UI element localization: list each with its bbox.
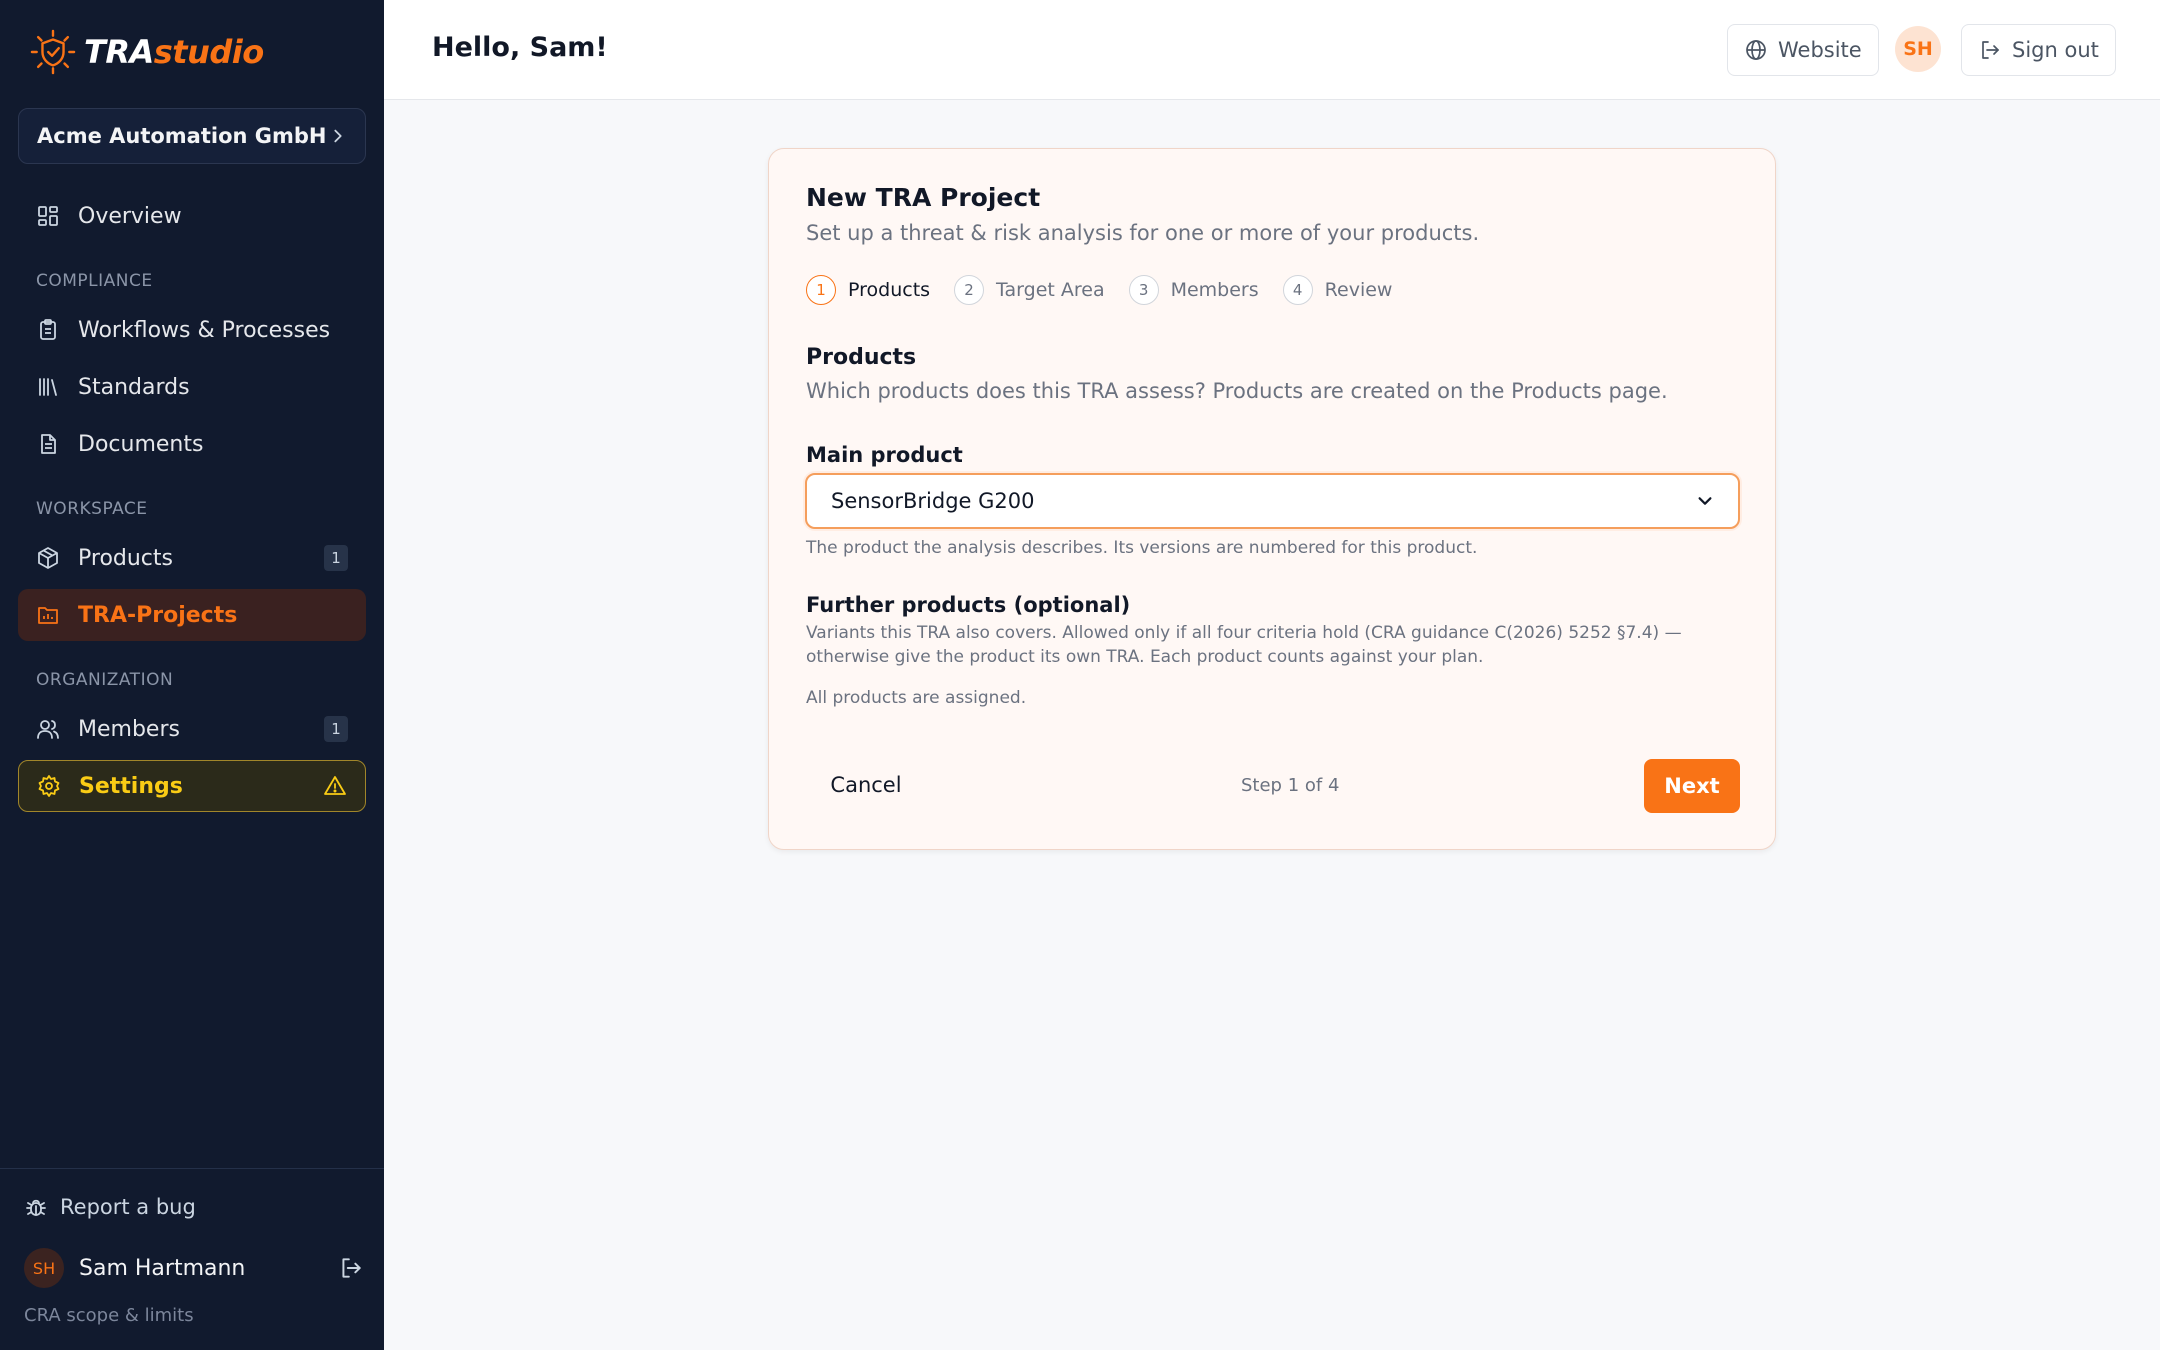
clipboard-icon xyxy=(40,319,56,340)
all-assigned-note: All products are assigned. xyxy=(806,688,1027,708)
sidebar-item-label: TRA-Projects xyxy=(78,602,238,628)
sidebar-item-label: Settings xyxy=(79,773,183,799)
folder-chart-icon xyxy=(38,607,58,624)
main-product-select[interactable]: SensorBridge G200 xyxy=(805,473,1740,529)
app-logo-text: TRAstudio xyxy=(84,33,264,71)
step-target-area[interactable]: 2 Target Area xyxy=(954,275,1105,305)
main-product-label: Main product xyxy=(806,443,963,467)
globe-icon xyxy=(1746,40,1766,60)
step-label: Products xyxy=(848,279,931,301)
sidebar-item-label: Workflows & Processes xyxy=(78,317,331,343)
gear-icon xyxy=(38,775,60,797)
bug-icon xyxy=(26,1199,46,1216)
sign-out-label: Sign out xyxy=(2012,38,2099,62)
avatar: SH xyxy=(24,1248,64,1288)
shield-logo-icon xyxy=(30,29,76,75)
step-label: Review xyxy=(1324,279,1393,301)
sidebar-item-label: Products xyxy=(78,545,173,571)
new-tra-project-card: New TRA Project Set up a threat & risk a… xyxy=(768,148,1776,850)
app-logo[interactable]: TRAstudio xyxy=(30,28,264,76)
sidebar-item-settings[interactable]: Settings xyxy=(18,760,366,812)
wizard-stepper: 1 Products 2 Target Area 3 Members 4 Rev… xyxy=(806,275,1392,305)
main-product-value: SensorBridge G200 xyxy=(831,489,1035,513)
sidebar-item-products[interactable]: Products 1 xyxy=(18,532,366,584)
sidebar-item-label: Documents xyxy=(78,431,204,457)
report-bug-link[interactable]: Report a bug xyxy=(24,1195,196,1219)
current-user: SH Sam Hartmann xyxy=(24,1247,364,1289)
report-bug-label: Report a bug xyxy=(60,1195,196,1219)
sidebar-item-documents[interactable]: Documents xyxy=(18,418,366,470)
sidebar-item-tra-projects[interactable]: TRA-Projects xyxy=(18,589,366,641)
sidebar-item-label: Overview xyxy=(78,203,182,229)
users-icon xyxy=(37,720,59,739)
step-counter: Step 1 of 4 xyxy=(1241,775,1340,796)
website-button[interactable]: Website xyxy=(1727,24,1879,76)
step-products[interactable]: 1 Products xyxy=(806,275,930,305)
greeting: Hello, Sam! xyxy=(432,32,608,63)
website-label: Website xyxy=(1778,38,1862,62)
page-title: New TRA Project xyxy=(806,183,1041,212)
section-description: Which products does this TRA assess? Pro… xyxy=(806,379,1668,403)
page-subtitle: Set up a threat & risk analysis for one … xyxy=(806,221,1480,245)
organization-name: Acme Automation GmbH xyxy=(37,124,327,148)
sidebar-item-label: Standards xyxy=(78,374,190,400)
avatar[interactable]: SH xyxy=(1895,26,1941,72)
sidebar-item-label: Members xyxy=(78,716,180,742)
sign-out-button[interactable]: Sign out xyxy=(1961,24,2116,76)
step-number: 1 xyxy=(806,275,836,305)
warning-icon xyxy=(324,776,346,795)
logout-icon[interactable] xyxy=(338,1255,364,1281)
sidebar-item-workflows[interactable]: Workflows & Processes xyxy=(18,304,366,356)
further-products-description: Variants this TRA also covers. Allowed o… xyxy=(806,623,1682,667)
logout-icon xyxy=(1982,41,1999,59)
section-label-compliance: COMPLIANCE xyxy=(36,271,153,291)
sidebar: TRAstudio Acme Automation GmbH Overview … xyxy=(0,0,384,1350)
step-review[interactable]: 4 Review xyxy=(1282,275,1393,305)
top-bar: Hello, Sam! Website SH Sign out xyxy=(384,0,2160,100)
section-title: Products xyxy=(806,345,917,370)
step-members[interactable]: 3 Members xyxy=(1128,275,1259,305)
further-products-title: Further products (optional) xyxy=(806,593,1131,617)
cancel-button[interactable]: Cancel xyxy=(806,759,926,811)
count-badge: 1 xyxy=(324,716,348,742)
organization-switcher[interactable]: Acme Automation GmbH xyxy=(18,108,366,164)
section-label-organization: ORGANIZATION xyxy=(36,670,174,690)
sidebar-item-overview[interactable]: Overview xyxy=(18,190,366,242)
chevron-down-icon xyxy=(1698,497,1712,505)
grid-icon xyxy=(38,206,58,226)
sidebar-item-members[interactable]: Members 1 xyxy=(18,703,366,755)
chevron-right-icon xyxy=(334,129,342,143)
box-icon xyxy=(38,547,58,569)
count-badge: 1 xyxy=(324,545,348,571)
user-name: Sam Hartmann xyxy=(79,1255,246,1281)
document-icon xyxy=(41,434,56,454)
step-number: 2 xyxy=(954,275,985,305)
step-label: Target Area xyxy=(996,279,1105,301)
step-number: 4 xyxy=(1282,275,1313,305)
section-label-workspace: WORKSPACE xyxy=(36,499,148,519)
step-label: Members xyxy=(1170,279,1259,301)
library-icon xyxy=(39,378,57,396)
main-product-help: The product the analysis describes. Its … xyxy=(806,538,1478,558)
step-number: 3 xyxy=(1128,275,1159,305)
next-button[interactable]: Next xyxy=(1644,759,1740,813)
sidebar-footer: Report a bug SH Sam Hartmann CRA scope &… xyxy=(0,1168,384,1350)
sidebar-item-standards[interactable]: Standards xyxy=(18,361,366,413)
cra-scope-link[interactable]: CRA scope & limits xyxy=(24,1305,194,1326)
